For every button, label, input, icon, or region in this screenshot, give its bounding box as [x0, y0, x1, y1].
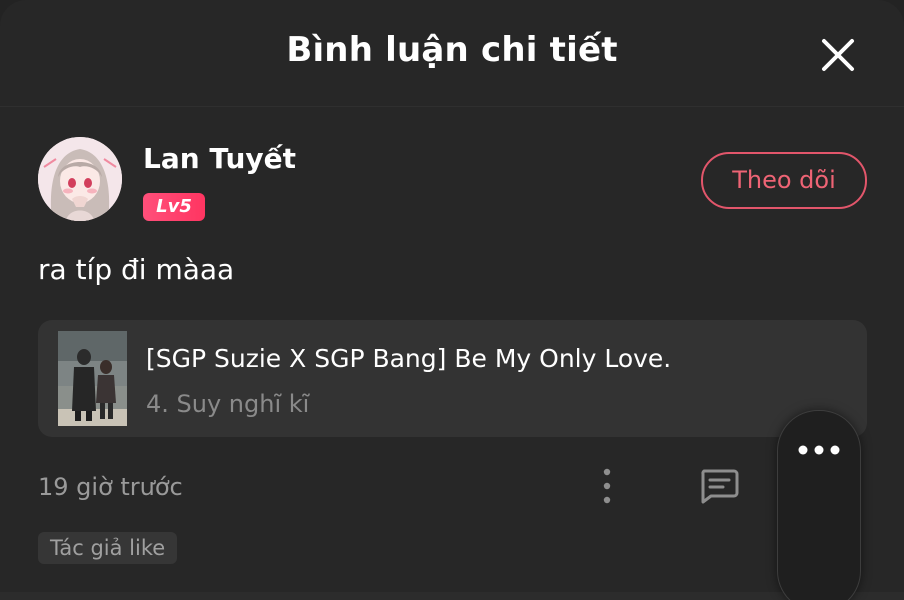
linked-story-card[interactable]: [SGP Suzie X SGP Bang] Be My Only Love. … [38, 320, 867, 437]
story-thumbnail [58, 331, 127, 426]
comment-detail-sheet: Bình luận chi tiết Lan Tuyết Lv5 Theo dõ… [0, 0, 904, 600]
comment-text: ra típ đi màaa [38, 253, 235, 286]
username[interactable]: Lan Tuyết [143, 142, 296, 175]
level-badge: Lv5 [143, 193, 205, 221]
close-icon[interactable] [815, 32, 861, 78]
author-like-badge: Tác giả like [38, 532, 178, 564]
sheet-header: Bình luận chi tiết [0, 0, 904, 107]
anime-girl-avatar-icon [38, 137, 122, 221]
story-title: [SGP Suzie X SGP Bang] Be My Only Love. [146, 344, 672, 373]
more-vertical-icon[interactable] [596, 466, 618, 506]
comment-timestamp: 19 giờ trước [38, 473, 183, 501]
couple-photo-thumbnail-icon [58, 331, 127, 426]
story-chapter: 4. Suy nghĩ kĩ [146, 390, 310, 418]
more-horizontal-icon [798, 445, 840, 455]
reply-comment-icon[interactable] [697, 466, 741, 506]
page-title: Bình luận chi tiết [286, 30, 618, 70]
follow-button[interactable]: Theo dõi [701, 152, 867, 209]
floating-menu-button[interactable] [777, 410, 861, 600]
avatar[interactable] [38, 137, 122, 221]
sheet-divider [0, 592, 904, 600]
